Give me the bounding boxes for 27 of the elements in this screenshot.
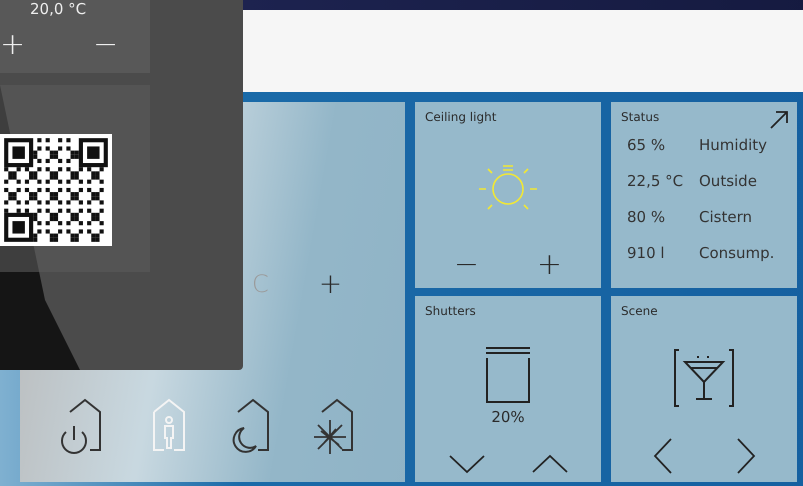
tile-title: Status — [621, 110, 660, 124]
down-chevron-icon[interactable] — [448, 454, 484, 474]
shutter-position: 20% — [491, 408, 525, 426]
status-value: 22,5 °C — [627, 172, 684, 190]
status-label: Outside — [699, 172, 758, 190]
left-chevron-icon[interactable] — [652, 438, 672, 474]
decrease-button[interactable]: − — [93, 30, 118, 60]
status-label: Consump. — [699, 244, 776, 262]
increase-button[interactable]: + — [318, 270, 342, 298]
status-value: 80 % — [627, 208, 666, 226]
status-label: Cistern — [699, 208, 753, 226]
up-chevron-icon[interactable] — [532, 454, 568, 474]
shutter-icon — [485, 346, 531, 404]
temperature-value: 20,0 °C — [30, 0, 86, 18]
right-chevron-icon[interactable] — [736, 438, 756, 474]
mode-button[interactable] — [58, 398, 104, 456]
increase-button[interactable]: + — [0, 30, 26, 60]
tile-title: Scene — [621, 304, 658, 318]
decrease-button[interactable]: − — [454, 250, 480, 280]
increase-button[interactable]: + — [536, 250, 562, 280]
status-label: Humidity — [699, 136, 768, 154]
tile-title: Ceiling light — [425, 110, 496, 124]
tile-title: Shutters — [425, 304, 476, 318]
status-value: 910 l — [627, 244, 666, 262]
expand-arrow-icon[interactable] — [769, 110, 789, 130]
status-value: 65 % — [627, 136, 666, 154]
cocktail-icon — [673, 348, 735, 408]
